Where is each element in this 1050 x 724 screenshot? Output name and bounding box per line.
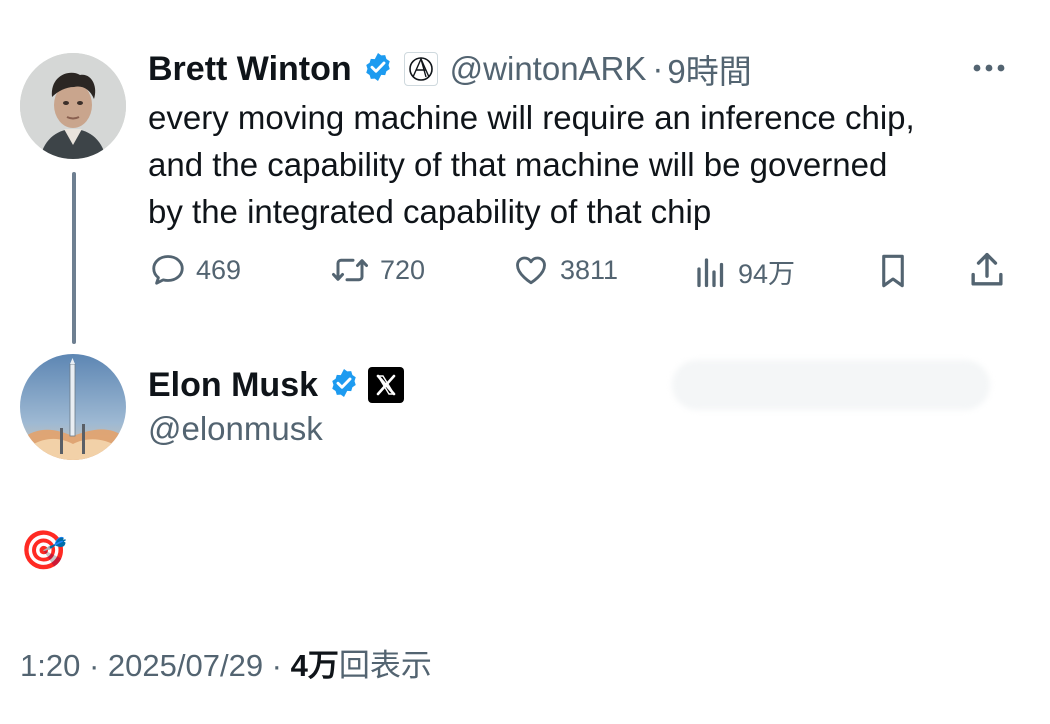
- verified-badge-icon: [362, 51, 394, 88]
- elon-musk-avatar[interactable]: [20, 354, 126, 460]
- tweet-timestamp-date[interactable]: 2025/07/29: [108, 648, 263, 683]
- tweet-timestamp-time[interactable]: 1:20: [20, 648, 80, 683]
- tweet-text-line: every moving machine will require an inf…: [148, 99, 915, 136]
- repost-icon: [332, 258, 368, 282]
- tweet-text: every moving machine will require an inf…: [148, 94, 1038, 235]
- tweet-meta-footer: 1:20 · 2025/07/29 · 4万回表示: [20, 640, 432, 685]
- brett-winton-avatar[interactable]: [20, 53, 126, 159]
- separator-dot: ·: [652, 50, 664, 87]
- bookmark-icon[interactable]: [876, 252, 910, 295]
- author-name[interactable]: Brett Winton: [148, 50, 352, 89]
- reply-author-handle[interactable]: @elonmusk: [148, 410, 323, 448]
- ark-affiliate-badge-icon[interactable]: [403, 52, 438, 86]
- share-icon[interactable]: [968, 250, 1006, 295]
- views-label: 回表示: [338, 648, 432, 683]
- thread-connector-line: [72, 172, 76, 344]
- views-button[interactable]: 94万: [694, 252, 795, 291]
- heart-icon: [516, 256, 546, 285]
- blurred-follow-button[interactable]: [672, 360, 990, 410]
- views-count: 4万: [290, 648, 339, 683]
- reply-icon: [152, 255, 184, 285]
- like-count: 3811: [560, 254, 619, 285]
- repost-button[interactable]: 720: [330, 252, 425, 288]
- repost-count: 720: [380, 254, 426, 285]
- tweet-text-line: by the integrated capability of that chi…: [148, 193, 712, 230]
- reply-tweet-text: 🎯: [20, 530, 68, 572]
- tweet-text-line: and the capability of that machine will …: [148, 146, 888, 183]
- reply-author-name[interactable]: Elon Musk: [148, 366, 318, 405]
- more-options-icon[interactable]: [968, 56, 1012, 80]
- x-affiliate-badge-icon[interactable]: [368, 367, 405, 403]
- meta-separator: ·: [263, 648, 291, 683]
- verified-badge-icon: [328, 367, 360, 404]
- reply-button[interactable]: 469: [150, 252, 241, 288]
- meta-separator: ·: [80, 648, 108, 683]
- analytics-icon: [697, 257, 724, 287]
- author-handle[interactable]: @wintonARK: [450, 50, 647, 88]
- like-button[interactable]: 3811: [512, 252, 618, 288]
- view-count: 94万: [738, 259, 796, 289]
- reply-count: 469: [196, 254, 242, 285]
- tweet-time[interactable]: 9時間: [667, 45, 751, 93]
